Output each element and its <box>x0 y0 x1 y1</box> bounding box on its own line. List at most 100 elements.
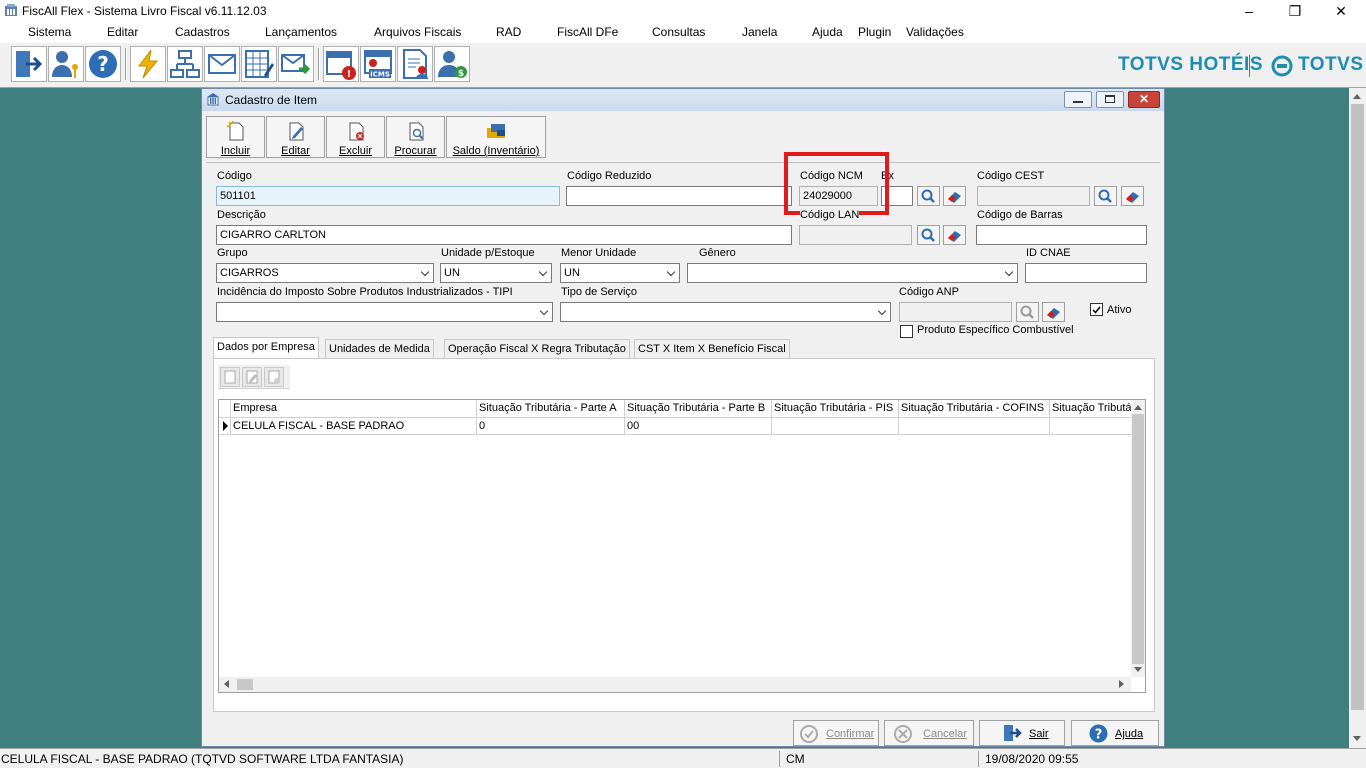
codigo-barras-field[interactable] <box>976 225 1147 245</box>
menu-cadastros[interactable]: Cadastros <box>175 25 230 39</box>
current-row-arrow-icon <box>223 421 228 431</box>
cell-st-extra[interactable] <box>1050 418 1131 435</box>
icms-toolbar-button[interactable]: ICMS <box>360 46 396 82</box>
eraser-icon <box>948 231 961 242</box>
org-chart-toolbar-button[interactable] <box>167 46 203 82</box>
descricao-field[interactable]: CIGARRO CARLTON <box>216 225 792 245</box>
grupo-dropdown[interactable]: CIGARROS <box>216 263 434 283</box>
col-st-pis[interactable]: Situação Tributária - PIS <box>772 400 899 418</box>
scroll-thumb[interactable] <box>1351 104 1364 710</box>
grid-vertical-scrollbar[interactable] <box>1131 400 1145 677</box>
menu-consultas[interactable]: Consultas <box>652 25 705 39</box>
grid-delete-button[interactable] <box>264 367 284 387</box>
tipo-servico-dropdown[interactable] <box>560 302 891 322</box>
unidade-estoque-dropdown[interactable]: UN <box>440 263 552 283</box>
cell-empresa[interactable]: CELULA FISCAL - BASE PADRAO <box>231 418 477 435</box>
ajuda-button[interactable]: ? Ajuda <box>1071 720 1159 746</box>
table-row[interactable]: CELULA FISCAL - BASE PADRAO 0 00 <box>219 418 1131 435</box>
incluir-button[interactable]: Incluir <box>206 116 265 158</box>
menu-ajuda[interactable]: Ajuda <box>812 25 843 39</box>
cell-st-pis[interactable] <box>772 418 899 435</box>
calendar-alert-toolbar-button[interactable]: ! <box>323 46 359 82</box>
procurar-button[interactable]: Procurar <box>386 116 445 158</box>
saldo-inventario-button[interactable]: Saldo (Inventário) <box>446 116 546 158</box>
exit-toolbar-button[interactable] <box>11 46 47 82</box>
ncm-search-button[interactable] <box>917 186 940 206</box>
col-st-extra[interactable]: Situação Tributária <box>1050 400 1131 418</box>
col-st-parte-a[interactable]: Situação Tributária - Parte A <box>477 400 625 418</box>
menu-rad[interactable]: RAD <box>496 25 521 39</box>
tab-operacao-fiscal[interactable]: Operação Fiscal X Regra Tributação <box>444 339 630 358</box>
tab-dados-por-empresa[interactable]: Dados por Empresa <box>213 337 319 359</box>
menu-janela[interactable]: Janela <box>742 25 777 39</box>
mail-toolbar-button[interactable] <box>204 46 240 82</box>
codigo-reduzido-field[interactable] <box>566 186 792 206</box>
menu-editar[interactable]: Editar <box>107 25 138 39</box>
scroll-up-arrow-icon[interactable] <box>1353 94 1361 99</box>
lan-search-button[interactable] <box>917 225 940 245</box>
grid-scroll-thumb[interactable] <box>1132 414 1144 664</box>
menor-unidade-dropdown[interactable]: UN <box>560 263 680 283</box>
ativo-checkbox[interactable] <box>1090 303 1103 316</box>
maximize-button[interactable]: ❐ <box>1272 0 1318 22</box>
cancel-circle-icon <box>894 725 912 743</box>
menu-lancamentos[interactable]: Lançamentos <box>265 25 337 39</box>
main-vertical-scrollbar[interactable] <box>1349 88 1366 748</box>
lightning-toolbar-button[interactable] <box>130 46 166 82</box>
lan-clear-button[interactable] <box>943 225 966 245</box>
editar-button[interactable]: Editar <box>266 116 325 158</box>
confirmar-button[interactable]: Confirmar <box>793 720 879 746</box>
ativo-label: Ativo <box>1107 304 1132 316</box>
codigo-cest-field[interactable] <box>977 186 1090 206</box>
anp-search-button[interactable] <box>1016 302 1039 322</box>
cell-st-parte-a[interactable]: 0 <box>477 418 625 435</box>
sair-button[interactable]: Sair <box>979 720 1065 746</box>
grid-scroll-down-icon[interactable] <box>1134 667 1142 672</box>
id-cnae-field[interactable] <box>1025 263 1147 283</box>
col-empresa[interactable]: Empresa <box>231 400 477 418</box>
mail-send-toolbar-button[interactable] <box>278 46 314 82</box>
grid-scroll-up-icon[interactable] <box>1134 405 1142 410</box>
tipi-dropdown[interactable] <box>216 302 553 322</box>
grid-scroll-right-icon[interactable] <box>1119 680 1124 688</box>
eraser-icon <box>1126 192 1139 203</box>
menu-arquivos-fiscais[interactable]: Arquivos Fiscais <box>374 25 461 39</box>
grid-hscroll-thumb[interactable] <box>237 679 253 690</box>
menu-plugin[interactable]: Plugin <box>858 25 891 39</box>
tab-unidades-medida[interactable]: Unidades de Medida <box>325 339 434 358</box>
grid-add-button[interactable] <box>220 367 240 387</box>
document-user-toolbar-button[interactable] <box>397 46 433 82</box>
spreadsheet-toolbar-button[interactable] <box>241 46 277 82</box>
grid-scroll-left-icon[interactable] <box>224 680 229 688</box>
cest-search-button[interactable] <box>1094 186 1117 206</box>
grid-horizontal-scrollbar[interactable] <box>219 677 1131 692</box>
genero-dropdown[interactable] <box>687 263 1018 283</box>
scroll-down-arrow-icon[interactable] <box>1353 736 1361 741</box>
menu-sistema[interactable]: Sistema <box>28 25 71 39</box>
col-st-parte-b[interactable]: Situação Tributária - Parte B <box>625 400 772 418</box>
minimize-button[interactable]: – <box>1226 0 1272 22</box>
codigo-field[interactable]: 501101 <box>216 186 560 206</box>
menu-fiscall-dfe[interactable]: FiscAll DFe <box>557 25 618 39</box>
codigo-lan-field[interactable] <box>799 225 912 245</box>
child-restore-button[interactable] <box>1096 91 1124 108</box>
child-close-button[interactable]: ✕ <box>1128 91 1160 108</box>
user-key-toolbar-button[interactable] <box>48 46 84 82</box>
child-minimize-button[interactable] <box>1064 91 1092 108</box>
anp-clear-button[interactable] <box>1042 302 1065 322</box>
col-st-cofins[interactable]: Situação Tributária - COFINS <box>899 400 1050 418</box>
grid-edit-button[interactable] <box>242 367 262 387</box>
menu-validacoes[interactable]: Validações <box>906 25 964 39</box>
combustivel-checkbox[interactable] <box>900 325 913 338</box>
user-money-toolbar-button[interactable]: $ <box>434 46 470 82</box>
ncm-clear-button[interactable] <box>943 186 966 206</box>
close-button[interactable]: ✕ <box>1318 0 1364 22</box>
help-toolbar-button[interactable]: ? <box>85 46 121 82</box>
cell-st-parte-b[interactable]: 00 <box>625 418 772 435</box>
tab-cst-item-beneficio[interactable]: CST X Item X Benefício Fiscal <box>634 339 790 358</box>
cancelar-button[interactable]: Cancelar <box>884 720 974 746</box>
codigo-anp-field[interactable] <box>899 302 1012 322</box>
excluir-button[interactable]: Excluir <box>326 116 385 158</box>
cell-st-cofins[interactable] <box>899 418 1050 435</box>
cest-clear-button[interactable] <box>1121 186 1144 206</box>
